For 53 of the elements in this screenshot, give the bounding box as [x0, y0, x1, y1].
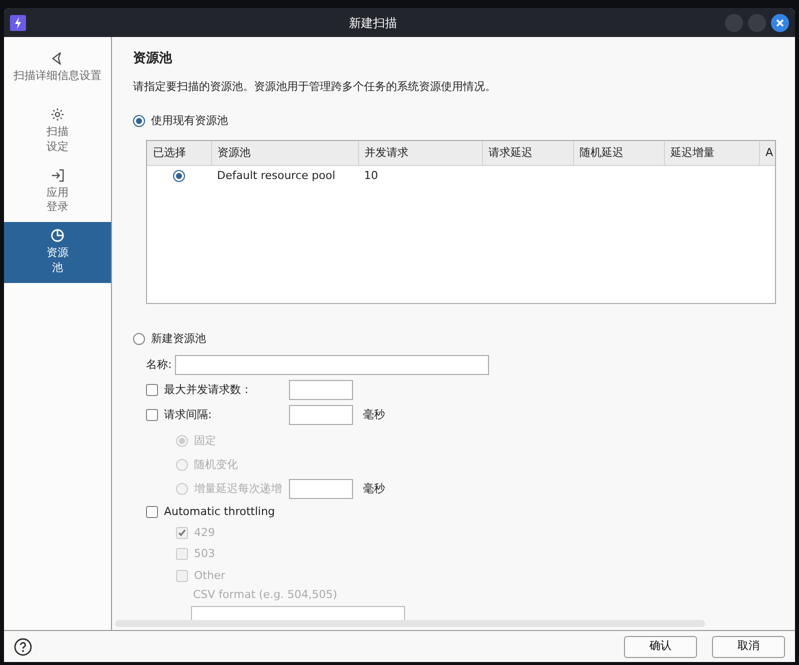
field-label: 名称:	[146, 356, 172, 373]
description-text: 请指定要扫描的资源池。资源池用于管理跨多个任务的系统资源使用情况。	[133, 78, 497, 94]
app-logo-icon	[10, 14, 26, 30]
checkbox-label: 请求间隔:	[164, 406, 213, 423]
radio-label: 使用现有资源池	[151, 113, 228, 129]
confirm-button[interactable]: 确认	[624, 636, 697, 658]
close-button[interactable]	[771, 14, 789, 32]
csv-field[interactable]	[191, 606, 405, 620]
window-title: 新建扫描	[348, 14, 398, 32]
number-field[interactable]	[289, 405, 353, 425]
radio-button[interactable]	[173, 170, 185, 182]
section-heading: 资源池	[133, 50, 173, 68]
sidebar-item[interactable]: 扫描详细信息设置	[4, 45, 111, 102]
table-cell: Default resource pool	[211, 166, 358, 186]
gear-icon	[50, 107, 65, 122]
number-field[interactable]	[289, 479, 353, 499]
minimize-button[interactable]	[725, 14, 743, 32]
sidebar-item[interactable]: 应用登录	[4, 162, 111, 222]
checkbox[interactable]	[146, 409, 158, 421]
horizontal-scrollbar[interactable]	[115, 620, 705, 627]
checkbox-label: Other	[194, 568, 226, 584]
column-header[interactable]: 并发请求	[358, 140, 482, 166]
checkbox-label: 429	[194, 524, 215, 540]
checkbox[interactable]	[146, 506, 158, 518]
checkbox[interactable]	[146, 384, 158, 396]
table-cell: 10	[358, 166, 482, 186]
column-header[interactable]: 资源池	[211, 140, 358, 166]
radio-label: 固定	[194, 432, 216, 449]
radio-label: 随机变化	[194, 456, 238, 473]
sidebar-item[interactable]: 扫描设定	[4, 101, 111, 162]
sidebar-item[interactable]: 资源池	[4, 222, 111, 284]
radio-button[interactable]	[133, 115, 145, 128]
help-icon[interactable]	[14, 638, 32, 656]
number-field[interactable]	[289, 380, 353, 400]
column-header[interactable]: 延迟增量	[664, 140, 759, 166]
checkbox-label: 503	[194, 546, 215, 562]
radio-label: 新建资源池	[151, 330, 206, 346]
name-field[interactable]	[174, 355, 489, 375]
radio-button[interactable]	[133, 332, 145, 345]
maximize-button[interactable]	[748, 14, 766, 32]
column-header[interactable]: 请求延迟	[482, 140, 573, 166]
column-header[interactable]: 已选择	[147, 140, 211, 166]
unit-label: 毫秒	[363, 480, 385, 497]
cancel-button[interactable]: 取消	[712, 636, 785, 658]
field-label: CSV format (e.g. 504,505)	[193, 587, 338, 603]
column-header[interactable]: 随机延迟	[573, 140, 664, 166]
checkbox-label: 最大并发请求数：	[164, 382, 253, 398]
login-icon	[50, 168, 65, 183]
pie-chart-icon	[50, 228, 65, 244]
checkbox-label: Automatic throttling	[164, 504, 275, 520]
radio-label: 增量延迟每次递增	[194, 480, 283, 497]
unit-label: 毫秒	[363, 406, 385, 423]
column-header[interactable]: A	[759, 140, 775, 166]
